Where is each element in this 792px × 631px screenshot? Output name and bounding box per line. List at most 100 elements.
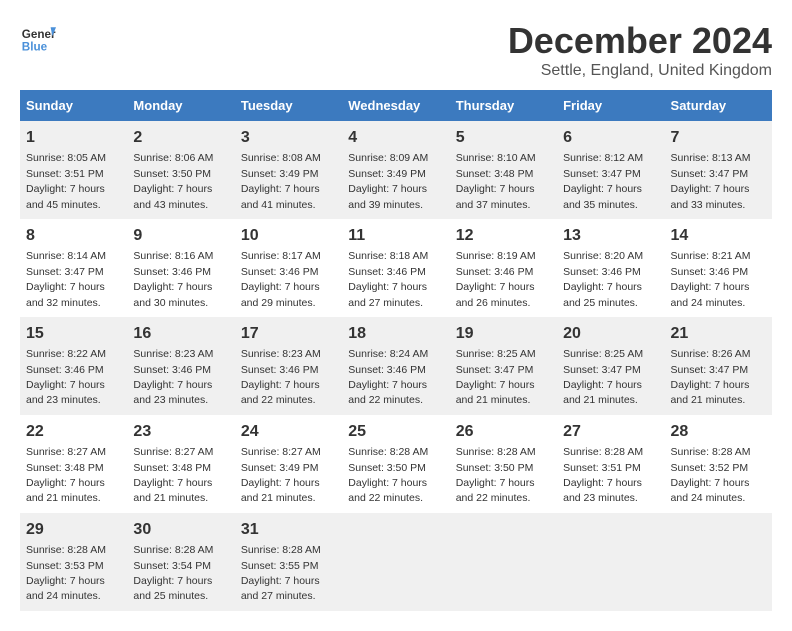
- day-info: Sunrise: 8:28 AMSunset: 3:51 PMDaylight:…: [563, 446, 643, 504]
- calendar-cell: 25 Sunrise: 8:28 AMSunset: 3:50 PMDaylig…: [342, 415, 449, 513]
- day-number: 15: [26, 323, 121, 345]
- day-number: 8: [26, 225, 121, 247]
- day-info: Sunrise: 8:25 AMSunset: 3:47 PMDaylight:…: [563, 348, 643, 406]
- day-number: 28: [671, 421, 766, 443]
- day-info: Sunrise: 8:26 AMSunset: 3:47 PMDaylight:…: [671, 348, 751, 406]
- day-info: Sunrise: 8:18 AMSunset: 3:46 PMDaylight:…: [348, 250, 428, 308]
- calendar-cell: 24 Sunrise: 8:27 AMSunset: 3:49 PMDaylig…: [235, 415, 342, 513]
- day-info: Sunrise: 8:08 AMSunset: 3:49 PMDaylight:…: [241, 152, 321, 210]
- header-wednesday: Wednesday: [342, 90, 449, 121]
- day-info: Sunrise: 8:28 AMSunset: 3:52 PMDaylight:…: [671, 446, 751, 504]
- calendar-cell: 22 Sunrise: 8:27 AMSunset: 3:48 PMDaylig…: [20, 415, 127, 513]
- day-info: Sunrise: 8:28 AMSunset: 3:54 PMDaylight:…: [133, 544, 213, 602]
- calendar-cell: 7 Sunrise: 8:13 AMSunset: 3:47 PMDayligh…: [665, 121, 772, 219]
- day-number: 27: [563, 421, 658, 443]
- calendar-cell: [557, 513, 664, 611]
- calendar-cell: 21 Sunrise: 8:26 AMSunset: 3:47 PMDaylig…: [665, 317, 772, 415]
- calendar-row: 15 Sunrise: 8:22 AMSunset: 3:46 PMDaylig…: [20, 317, 772, 415]
- day-info: Sunrise: 8:28 AMSunset: 3:55 PMDaylight:…: [241, 544, 321, 602]
- header-tuesday: Tuesday: [235, 90, 342, 121]
- day-number: 5: [456, 127, 551, 149]
- calendar-cell: 9 Sunrise: 8:16 AMSunset: 3:46 PMDayligh…: [127, 219, 234, 317]
- calendar-cell: 28 Sunrise: 8:28 AMSunset: 3:52 PMDaylig…: [665, 415, 772, 513]
- header-thursday: Thursday: [450, 90, 557, 121]
- calendar-cell: 19 Sunrise: 8:25 AMSunset: 3:47 PMDaylig…: [450, 317, 557, 415]
- calendar-cell: 4 Sunrise: 8:09 AMSunset: 3:49 PMDayligh…: [342, 121, 449, 219]
- day-number: 22: [26, 421, 121, 443]
- calendar-table: Sunday Monday Tuesday Wednesday Thursday…: [20, 90, 772, 611]
- day-info: Sunrise: 8:22 AMSunset: 3:46 PMDaylight:…: [26, 348, 106, 406]
- day-info: Sunrise: 8:23 AMSunset: 3:46 PMDaylight:…: [133, 348, 213, 406]
- header-monday: Monday: [127, 90, 234, 121]
- day-number: 25: [348, 421, 443, 443]
- calendar-subtitle: Settle, England, United Kingdom: [508, 62, 772, 80]
- day-number: 18: [348, 323, 443, 345]
- day-info: Sunrise: 8:28 AMSunset: 3:53 PMDaylight:…: [26, 544, 106, 602]
- calendar-cell: 15 Sunrise: 8:22 AMSunset: 3:46 PMDaylig…: [20, 317, 127, 415]
- day-info: Sunrise: 8:19 AMSunset: 3:46 PMDaylight:…: [456, 250, 536, 308]
- calendar-cell: 6 Sunrise: 8:12 AMSunset: 3:47 PMDayligh…: [557, 121, 664, 219]
- calendar-row: 1 Sunrise: 8:05 AMSunset: 3:51 PMDayligh…: [20, 121, 772, 219]
- weekday-header-row: Sunday Monday Tuesday Wednesday Thursday…: [20, 90, 772, 121]
- day-number: 24: [241, 421, 336, 443]
- svg-text:General: General: [22, 28, 56, 41]
- header-saturday: Saturday: [665, 90, 772, 121]
- day-info: Sunrise: 8:06 AMSunset: 3:50 PMDaylight:…: [133, 152, 213, 210]
- svg-text:Blue: Blue: [22, 41, 48, 54]
- day-number: 29: [26, 519, 121, 541]
- calendar-cell: 27 Sunrise: 8:28 AMSunset: 3:51 PMDaylig…: [557, 415, 664, 513]
- calendar-cell: 11 Sunrise: 8:18 AMSunset: 3:46 PMDaylig…: [342, 219, 449, 317]
- day-info: Sunrise: 8:23 AMSunset: 3:46 PMDaylight:…: [241, 348, 321, 406]
- header-friday: Friday: [557, 90, 664, 121]
- calendar-cell: 29 Sunrise: 8:28 AMSunset: 3:53 PMDaylig…: [20, 513, 127, 611]
- calendar-cell: [450, 513, 557, 611]
- day-info: Sunrise: 8:24 AMSunset: 3:46 PMDaylight:…: [348, 348, 428, 406]
- day-number: 21: [671, 323, 766, 345]
- calendar-row: 29 Sunrise: 8:28 AMSunset: 3:53 PMDaylig…: [20, 513, 772, 611]
- day-number: 23: [133, 421, 228, 443]
- calendar-body: 1 Sunrise: 8:05 AMSunset: 3:51 PMDayligh…: [20, 121, 772, 611]
- day-number: 4: [348, 127, 443, 149]
- calendar-cell: 14 Sunrise: 8:21 AMSunset: 3:46 PMDaylig…: [665, 219, 772, 317]
- day-number: 19: [456, 323, 551, 345]
- calendar-cell: 5 Sunrise: 8:10 AMSunset: 3:48 PMDayligh…: [450, 121, 557, 219]
- day-info: Sunrise: 8:28 AMSunset: 3:50 PMDaylight:…: [348, 446, 428, 504]
- logo: General Blue: [20, 20, 56, 56]
- calendar-title: December 2024: [508, 20, 772, 62]
- calendar-row: 22 Sunrise: 8:27 AMSunset: 3:48 PMDaylig…: [20, 415, 772, 513]
- day-info: Sunrise: 8:27 AMSunset: 3:48 PMDaylight:…: [26, 446, 106, 504]
- day-info: Sunrise: 8:14 AMSunset: 3:47 PMDaylight:…: [26, 250, 106, 308]
- calendar-cell: 2 Sunrise: 8:06 AMSunset: 3:50 PMDayligh…: [127, 121, 234, 219]
- day-info: Sunrise: 8:27 AMSunset: 3:49 PMDaylight:…: [241, 446, 321, 504]
- day-info: Sunrise: 8:17 AMSunset: 3:46 PMDaylight:…: [241, 250, 321, 308]
- page-header: General Blue December 2024 Settle, Engla…: [20, 20, 772, 80]
- header-sunday: Sunday: [20, 90, 127, 121]
- title-area: December 2024 Settle, England, United Ki…: [508, 20, 772, 80]
- day-number: 3: [241, 127, 336, 149]
- day-number: 11: [348, 225, 443, 247]
- day-number: 6: [563, 127, 658, 149]
- day-number: 1: [26, 127, 121, 149]
- calendar-cell: 16 Sunrise: 8:23 AMSunset: 3:46 PMDaylig…: [127, 317, 234, 415]
- day-info: Sunrise: 8:20 AMSunset: 3:46 PMDaylight:…: [563, 250, 643, 308]
- day-info: Sunrise: 8:21 AMSunset: 3:46 PMDaylight:…: [671, 250, 751, 308]
- day-info: Sunrise: 8:25 AMSunset: 3:47 PMDaylight:…: [456, 348, 536, 406]
- day-number: 13: [563, 225, 658, 247]
- day-number: 2: [133, 127, 228, 149]
- day-number: 31: [241, 519, 336, 541]
- day-number: 9: [133, 225, 228, 247]
- day-info: Sunrise: 8:05 AMSunset: 3:51 PMDaylight:…: [26, 152, 106, 210]
- calendar-cell: 18 Sunrise: 8:24 AMSunset: 3:46 PMDaylig…: [342, 317, 449, 415]
- calendar-cell: 23 Sunrise: 8:27 AMSunset: 3:48 PMDaylig…: [127, 415, 234, 513]
- day-info: Sunrise: 8:12 AMSunset: 3:47 PMDaylight:…: [563, 152, 643, 210]
- day-info: Sunrise: 8:16 AMSunset: 3:46 PMDaylight:…: [133, 250, 213, 308]
- day-number: 26: [456, 421, 551, 443]
- day-info: Sunrise: 8:13 AMSunset: 3:47 PMDaylight:…: [671, 152, 751, 210]
- day-number: 10: [241, 225, 336, 247]
- calendar-cell: 17 Sunrise: 8:23 AMSunset: 3:46 PMDaylig…: [235, 317, 342, 415]
- day-number: 12: [456, 225, 551, 247]
- calendar-cell: 1 Sunrise: 8:05 AMSunset: 3:51 PMDayligh…: [20, 121, 127, 219]
- calendar-cell: 30 Sunrise: 8:28 AMSunset: 3:54 PMDaylig…: [127, 513, 234, 611]
- calendar-cell: [665, 513, 772, 611]
- calendar-cell: 26 Sunrise: 8:28 AMSunset: 3:50 PMDaylig…: [450, 415, 557, 513]
